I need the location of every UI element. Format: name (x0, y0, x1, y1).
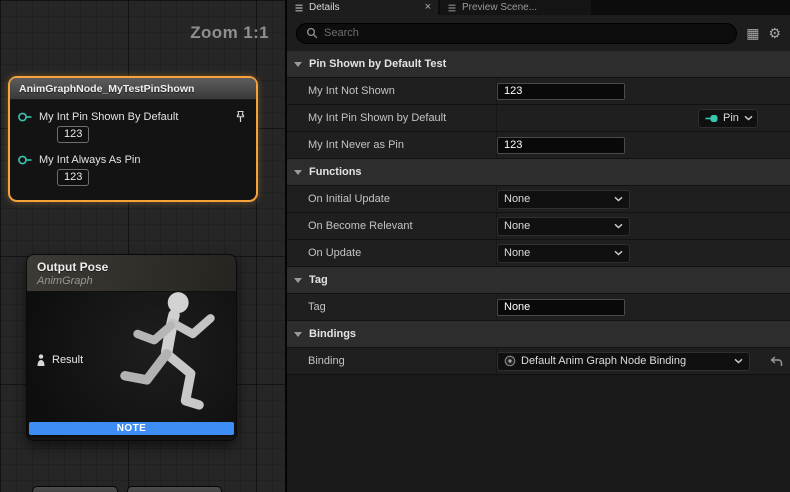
output-pose-node[interactable]: Output Pose AnimGraph (26, 254, 237, 441)
tab-label: Preview Scene... (462, 2, 537, 13)
close-icon[interactable]: × (425, 2, 431, 13)
details-tab-icon (294, 3, 304, 13)
chevron-down-icon (294, 278, 302, 283)
property-row: My Int Not Shown (287, 78, 790, 105)
partial-node[interactable] (32, 486, 118, 492)
panel-tab-bar: Details × Preview Scene... (287, 0, 790, 15)
binding-icon (504, 355, 516, 367)
chevron-down-icon (744, 115, 753, 121)
output-node-header[interactable]: Output Pose AnimGraph (27, 255, 236, 292)
pin-icon (705, 114, 718, 123)
property-row: Tag (287, 294, 790, 321)
section-title: Functions (309, 166, 362, 178)
property-label: On Update (287, 240, 497, 266)
property-row: Binding Default Anim Graph Node Binding (287, 348, 790, 375)
mannequin-image (110, 288, 237, 435)
partial-node[interactable] (127, 486, 222, 492)
chevron-down-icon (294, 332, 302, 337)
property-label: My Int Not Shown (287, 78, 497, 104)
section-title: Pin Shown by Default Test (309, 58, 446, 70)
function-dropdown[interactable]: None (497, 217, 630, 236)
section-header[interactable]: Functions (287, 159, 790, 186)
pin-row[interactable]: My Int Always As Pin (10, 150, 256, 167)
property-row: On Update None (287, 240, 790, 267)
details-toolbar: ▦ ⚙ (287, 15, 790, 51)
dropdown-value: None (504, 193, 530, 205)
thumbtack-icon[interactable] (235, 110, 246, 123)
property-row: My Int Never as Pin (287, 132, 790, 159)
zoom-indicator: Zoom 1:1 (190, 23, 269, 43)
property-row: On Become Relevant None (287, 213, 790, 240)
section-title: Bindings (309, 328, 356, 340)
dropdown-value: Default Anim Graph Node Binding (521, 355, 686, 367)
section-title: Tag (309, 274, 328, 286)
property-label: My Int Never as Pin (287, 132, 497, 158)
note-badge[interactable]: NOTE (29, 422, 234, 435)
node-title: Output Pose (37, 260, 226, 274)
property-row: On Initial Update None (287, 186, 790, 213)
details-panel: Details × Preview Scene... ▦ ⚙ (285, 0, 790, 492)
search-box[interactable] (296, 23, 737, 44)
property-label: On Become Relevant (287, 213, 497, 239)
anim-graph-canvas[interactable]: Zoom 1:1 AnimGraphNode_MyTestPinShown My… (0, 0, 285, 492)
section-header[interactable]: Bindings (287, 321, 790, 348)
function-dropdown[interactable]: None (497, 190, 630, 209)
settings-gear-icon[interactable]: ⚙ (768, 26, 781, 40)
int-value-input[interactable] (497, 137, 625, 154)
pin-label: My Int Always As Pin (39, 154, 140, 166)
search-input[interactable] (324, 27, 727, 39)
node-body: My Int Pin Shown By Default 123 My Int A… (10, 100, 256, 200)
node-body: Result NOTE (27, 292, 236, 437)
pin-mode-dropdown[interactable]: Pin (698, 109, 758, 128)
tag-input[interactable] (497, 299, 625, 316)
binding-dropdown[interactable]: Default Anim Graph Node Binding (497, 352, 750, 371)
chevron-down-icon (614, 223, 623, 229)
int-pin-icon[interactable] (17, 154, 33, 166)
property-row: My Int Pin Shown by Default Pin (287, 105, 790, 132)
chevron-down-icon (614, 250, 623, 256)
chevron-down-icon (294, 170, 302, 175)
pin-row[interactable]: My Int Pin Shown By Default (10, 106, 256, 124)
section-header[interactable]: Pin Shown by Default Test (287, 51, 790, 78)
property-label: Tag (287, 294, 497, 320)
result-pin[interactable]: Result (36, 354, 83, 366)
property-list: Pin Shown by Default Test My Int Not Sho… (287, 51, 790, 492)
chevron-down-icon (614, 196, 623, 202)
section-header[interactable]: Tag (287, 267, 790, 294)
dropdown-value: None (504, 220, 530, 232)
node-subtitle: AnimGraph (37, 275, 226, 287)
chevron-down-icon (294, 62, 302, 67)
result-pin-label: Result (52, 354, 83, 366)
reset-to-default-icon[interactable] (770, 356, 783, 367)
dropdown-value: Pin (723, 112, 739, 124)
pin-value-input[interactable]: 123 (57, 126, 89, 143)
anim-graph-node-selected[interactable]: AnimGraphNode_MyTestPinShown My Int Pin … (8, 76, 258, 202)
int-pin-icon[interactable] (17, 111, 33, 123)
chevron-down-icon (734, 358, 743, 364)
pin-value-input[interactable]: 123 (57, 169, 89, 186)
property-label: Binding (287, 348, 497, 374)
dropdown-value: None (504, 247, 530, 259)
int-value-input[interactable] (497, 83, 625, 100)
unreal-anim-editor: Zoom 1:1 AnimGraphNode_MyTestPinShown My… (0, 0, 790, 492)
property-label: My Int Pin Shown by Default (287, 105, 497, 131)
preview-tab-icon (447, 3, 457, 13)
pin-label: My Int Pin Shown By Default (39, 111, 178, 123)
tab-preview-scene[interactable]: Preview Scene... (440, 0, 591, 15)
node-title[interactable]: AnimGraphNode_MyTestPinShown (10, 78, 256, 100)
search-icon (306, 27, 318, 39)
function-dropdown[interactable]: None (497, 244, 630, 263)
property-label: On Initial Update (287, 186, 497, 212)
tab-details[interactable]: Details × (287, 0, 438, 15)
property-matrix-icon[interactable]: ▦ (746, 26, 759, 40)
tab-label: Details (309, 2, 340, 13)
pose-pin-icon[interactable] (36, 354, 46, 366)
